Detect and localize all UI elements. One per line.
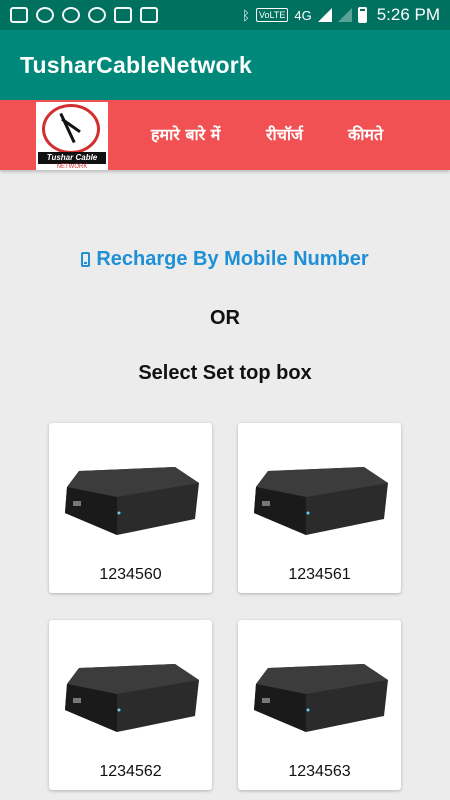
recharge-link-label: Recharge By Mobile Number	[96, 248, 369, 270]
signal-2-icon	[337, 8, 352, 22]
recharge-by-mobile-link[interactable]: Recharge By Mobile Number	[0, 248, 450, 271]
select-set-top-box-heading: Select Set top box	[138, 362, 312, 384]
set-top-box-image	[65, 467, 199, 535]
set-top-box-id: 1234561	[288, 566, 351, 583]
set-top-box-card[interactable]: 1234560	[49, 423, 212, 593]
bluetooth-icon: ᛒ	[242, 7, 250, 23]
chrome-icon	[88, 7, 106, 23]
logo-text: Tushar Cable	[38, 152, 106, 164]
set-top-box-card[interactable]: 1234561	[238, 423, 401, 593]
set-top-box-image	[65, 664, 199, 732]
brand-logo[interactable]: Tushar Cable NETWORK	[36, 102, 108, 170]
signal-icon	[317, 8, 332, 22]
system-icons: ᛒ VoLTE 4G 5:26 PM	[242, 5, 440, 25]
dish-icon	[42, 104, 100, 154]
clock: 5:26 PM	[376, 5, 440, 24]
network-type: 4G	[294, 7, 312, 23]
set-top-box-card[interactable]: 1234562	[49, 620, 212, 790]
set-top-box-image	[254, 467, 388, 535]
nav-bar: Tushar Cable NETWORK हमारे बारे में रीचॉ…	[0, 100, 450, 170]
gallery-icon	[140, 7, 158, 23]
app-title: TusharCableNetwork	[20, 51, 252, 78]
nav-item-pricing[interactable]: कीमते	[348, 100, 383, 170]
notification-icons	[10, 7, 158, 23]
whatsapp-icon	[36, 7, 54, 23]
nav-item-about[interactable]: हमारे बारे में	[151, 100, 220, 170]
mobile-phone-icon	[81, 252, 91, 267]
set-top-box-id: 1234563	[288, 763, 351, 780]
set-top-box-id: 1234560	[99, 566, 162, 583]
set-top-box-id: 1234562	[99, 763, 162, 780]
messages-icon	[10, 7, 28, 23]
set-top-box-image	[254, 664, 388, 732]
or-separator: OR	[210, 307, 240, 329]
screenshot-icon	[114, 7, 132, 23]
app-bar: TusharCableNetwork	[0, 30, 450, 100]
messenger-icon	[62, 7, 80, 23]
logo-subtext: NETWORK	[56, 164, 88, 170]
battery-icon	[357, 7, 367, 23]
nav-item-recharge[interactable]: रीचॉर्ज	[266, 100, 303, 170]
status-bar: ᛒ VoLTE 4G 5:26 PM	[0, 0, 450, 30]
set-top-box-card[interactable]: 1234563	[238, 620, 401, 790]
volte-badge: VoLTE	[255, 8, 289, 22]
